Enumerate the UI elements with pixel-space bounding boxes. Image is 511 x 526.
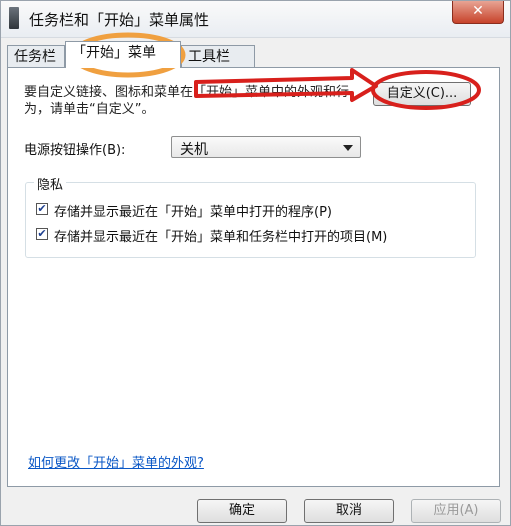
start-menu-panel: 要自定义链接、图标和菜单在「开始」菜单中的外观和行为，请单击“自定义”。 自定义… [7,67,500,487]
window-title: 任务栏和「开始」菜单属性 [29,11,210,29]
chevron-down-icon [343,145,353,151]
power-button-label: 电源按钮操作(B): [24,143,126,158]
power-button-select[interactable]: 关机 [171,136,361,158]
customize-button[interactable]: 自定义(C)... [373,82,471,106]
checkbox-checked-icon[interactable]: ✔ [36,203,48,215]
power-button-value: 关机 [180,142,208,158]
help-link[interactable]: 如何更改「开始」菜单的外观? [28,452,204,471]
tab-taskbar[interactable]: 任务栏 [7,45,65,67]
title-bar: 任务栏和「开始」菜单属性 ✕ [1,1,510,38]
customize-description: 要自定义链接、图标和菜单在「开始」菜单中的外观和行为，请单击“自定义”。 [24,85,350,117]
apply-button[interactable]: 应用(A) [411,499,501,523]
ok-button[interactable]: 确定 [197,499,287,523]
tab-start-menu[interactable]: 「开始」菜单 [65,41,181,68]
properties-window: 任务栏和「开始」菜单属性 ✕ 任务栏 「开始」菜单 工具栏 要自定义链接、图标和… [0,0,511,526]
cancel-button[interactable]: 取消 [304,499,394,523]
tab-toolbars[interactable]: 工具栏 [181,45,255,67]
privacy-option-label: 存储并显示最近在「开始」菜单中打开的程序(P) [54,205,332,220]
taskbar-icon [9,7,19,29]
privacy-group: 隐私 ✔ 存储并显示最近在「开始」菜单中打开的程序(P) ✔ 存储并显示最近在「… [25,174,476,258]
privacy-option-label: 存储并显示最近在「开始」菜单和任务栏中打开的项目(M) [54,230,388,245]
privacy-group-title: 隐私 [34,174,67,193]
checkbox-checked-icon[interactable]: ✔ [36,228,48,240]
close-button[interactable]: ✕ [452,1,504,24]
